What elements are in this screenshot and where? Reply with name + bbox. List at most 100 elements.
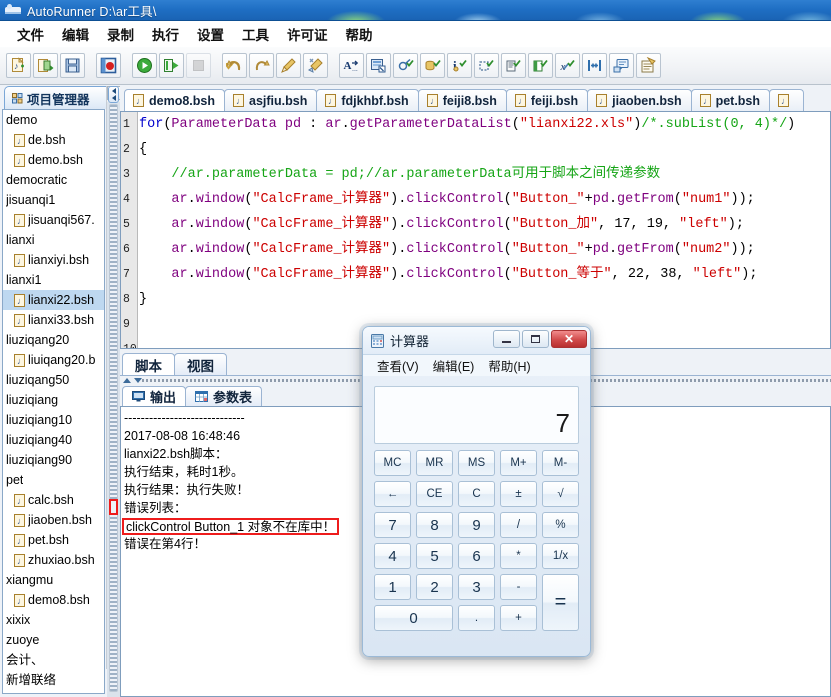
tree-folder-item[interactable]: lianxi	[3, 230, 104, 250]
calc-key[interactable]: C	[458, 481, 495, 507]
tree-file-item[interactable]: ♩lianxi33.bsh	[3, 310, 104, 330]
calc-menu-edit[interactable]: 编辑(E)	[426, 354, 482, 377]
redo-icon[interactable]	[249, 53, 274, 78]
script-view-tab[interactable]: 脚本	[122, 353, 175, 375]
undo-icon[interactable]	[222, 53, 247, 78]
calc-key[interactable]: 8	[416, 512, 453, 538]
editor-tab[interactable]: ♩	[769, 89, 804, 111]
message-icon[interactable]	[609, 53, 634, 78]
project-tree[interactable]: demo♩de.bsh♩demo.bshdemocraticjisuanqi1♩…	[2, 109, 105, 694]
calc-key[interactable]: =	[542, 574, 579, 631]
maximize-button[interactable]	[522, 330, 549, 348]
calc-menu-view[interactable]: 查看(V)	[370, 354, 426, 377]
run-icon[interactable]	[132, 53, 157, 78]
font-icon[interactable]: A...	[339, 53, 364, 78]
code-text[interactable]: for(ParameterData pd : ar.getParameterDa…	[139, 112, 831, 348]
open-script-icon[interactable]	[33, 53, 58, 78]
expand-up-icon[interactable]	[123, 378, 131, 383]
calc-key[interactable]: M-	[542, 450, 579, 476]
calc-key[interactable]: CE	[416, 481, 453, 507]
tree-folder-item[interactable]: jisuanqi1	[3, 190, 104, 210]
tree-folder-item[interactable]: 泽众软件客户管理	[3, 690, 104, 694]
calc-key[interactable]: 1/x	[542, 543, 579, 569]
tree-folder-item[interactable]: zuoye	[3, 630, 104, 650]
checkpoint-db-icon[interactable]	[420, 53, 445, 78]
checkpoint-search-icon[interactable]	[393, 53, 418, 78]
calc-key[interactable]: MR	[416, 450, 453, 476]
editor-tab[interactable]: ♩feiji.bsh	[506, 89, 588, 111]
editor-tab[interactable]: ♩pet.bsh	[691, 89, 770, 111]
tools-icon[interactable]	[303, 53, 328, 78]
tree-file-item[interactable]: ♩zhuxiao.bsh	[3, 550, 104, 570]
checkpoint-info-icon[interactable]: i	[447, 53, 472, 78]
new-script-icon[interactable]: ♪	[6, 53, 31, 78]
tree-file-item[interactable]: ♩lianxiyi.bsh	[3, 250, 104, 270]
expand-down-icon[interactable]	[134, 378, 142, 383]
close-button[interactable]: ✕	[551, 330, 587, 348]
editor-tab[interactable]: ♩feiji8.bsh	[418, 89, 507, 111]
tree-folder-item[interactable]: 会计、	[3, 650, 104, 670]
tree-file-item[interactable]: ♩de.bsh	[3, 130, 104, 150]
tree-file-item[interactable]: ♩jiaoben.bsh	[3, 510, 104, 530]
calc-key[interactable]: M+	[500, 450, 537, 476]
tree-file-item[interactable]: ♩demo8.bsh	[3, 590, 104, 610]
tree-file-item[interactable]: ♩lianxi22.bsh	[3, 290, 104, 310]
tree-file-item[interactable]: ♩pet.bsh	[3, 530, 104, 550]
tree-folder-item[interactable]: democratic	[3, 170, 104, 190]
calc-key[interactable]: 1	[374, 574, 411, 600]
calc-key[interactable]: +	[500, 605, 537, 631]
calculator-title-bar[interactable]: 计算器 ✕	[363, 327, 590, 354]
output-tab[interactable]: 参数表	[185, 386, 262, 406]
tree-folder-item[interactable]: liuziqang50	[3, 370, 104, 390]
tree-folder-item[interactable]: pet	[3, 470, 104, 490]
record-icon[interactable]	[96, 53, 121, 78]
calc-key[interactable]: 9	[458, 512, 495, 538]
calc-key[interactable]: 7	[374, 512, 411, 538]
tree-folder-item[interactable]: liuziqiang40	[3, 430, 104, 450]
collapse-panel-button[interactable]	[108, 86, 119, 103]
code-editor[interactable]: 12345678910 for(ParameterData pd : ar.ge…	[120, 111, 831, 349]
splitter-grip[interactable]	[109, 104, 118, 692]
calc-key[interactable]: 3	[458, 574, 495, 600]
script-view-tab[interactable]: 视图	[174, 353, 227, 375]
checkpoint-select-icon[interactable]	[474, 53, 499, 78]
menu-run[interactable]: 执行	[143, 21, 188, 47]
menu-help[interactable]: 帮助	[337, 21, 382, 47]
tree-folder-item[interactable]: liuziqiang10	[3, 410, 104, 430]
checkpoint-formula-icon[interactable]: x	[555, 53, 580, 78]
menu-settings[interactable]: 设置	[188, 21, 233, 47]
menu-edit[interactable]: 编辑	[53, 21, 98, 47]
editor-tab[interactable]: ♩asjfiu.bsh	[224, 89, 317, 111]
menu-tools[interactable]: 工具	[233, 21, 278, 47]
tree-folder-item[interactable]: demo	[3, 110, 104, 130]
brush-icon[interactable]	[276, 53, 301, 78]
calc-key[interactable]: 5	[416, 543, 453, 569]
editor-tab[interactable]: ♩fdjkhbf.bsh	[316, 89, 418, 111]
tree-file-item[interactable]: ♩demo.bsh	[3, 150, 104, 170]
calc-key[interactable]: MC	[374, 450, 411, 476]
checkpoint-text-icon[interactable]	[501, 53, 526, 78]
step-run-icon[interactable]	[159, 53, 184, 78]
tree-folder-item[interactable]: liuziqiang	[3, 390, 104, 410]
calc-key[interactable]: 0	[374, 605, 453, 631]
editor-tab[interactable]: ♩demo8.bsh	[124, 89, 225, 111]
tree-folder-item[interactable]: xixix	[3, 610, 104, 630]
calculator-window[interactable]: 计算器 ✕ 查看(V) 编辑(E) 帮助(H) 7 MCMRMSM+M-←CEC…	[362, 326, 591, 657]
menu-file[interactable]: 文件	[8, 21, 53, 47]
tree-file-item[interactable]: ♩jisuanqi567.	[3, 210, 104, 230]
calc-key[interactable]: .	[458, 605, 495, 631]
panel-splitter[interactable]	[107, 86, 120, 697]
sync-point-icon[interactable]	[582, 53, 607, 78]
menu-record[interactable]: 录制	[98, 21, 143, 47]
tree-file-item[interactable]: ♩calc.bsh	[3, 490, 104, 510]
calc-key[interactable]: *	[500, 543, 537, 569]
minimize-button[interactable]	[493, 330, 520, 348]
report-icon[interactable]	[636, 53, 661, 78]
menu-license[interactable]: 许可证	[278, 21, 337, 47]
calc-key[interactable]: ←	[374, 481, 411, 507]
tree-folder-item[interactable]: 新增联络	[3, 670, 104, 690]
calc-key[interactable]: 4	[374, 543, 411, 569]
calc-key[interactable]: -	[500, 574, 537, 600]
save-icon[interactable]	[60, 53, 85, 78]
output-tab[interactable]: 输出	[122, 386, 186, 406]
